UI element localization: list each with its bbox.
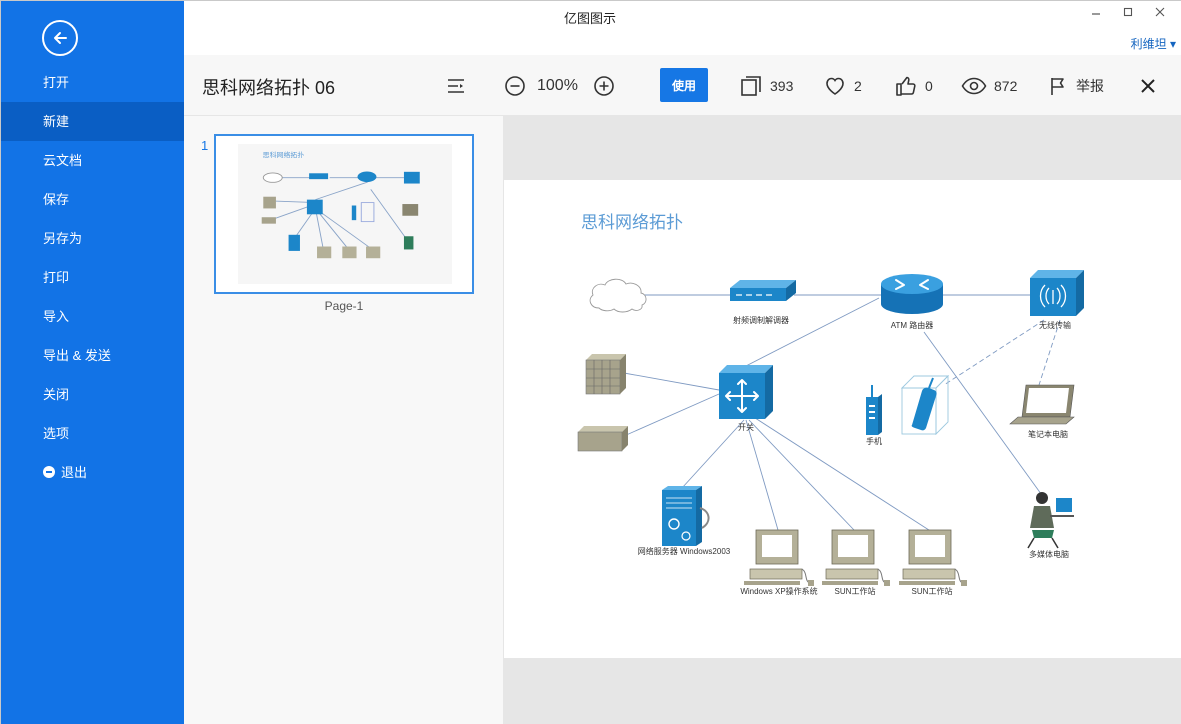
maximize-icon bbox=[1123, 7, 1133, 17]
page-list-panel: 1 思科网络拓扑 Page-1 bbox=[184, 116, 503, 724]
label-wireless: 无线传输 bbox=[1039, 321, 1071, 330]
copy-icon bbox=[741, 75, 761, 96]
page-label: Page-1 bbox=[324, 299, 364, 313]
zoom-out-button[interactable] bbox=[504, 55, 526, 116]
page-number: 1 bbox=[201, 138, 209, 153]
report-label: 举报 bbox=[1076, 77, 1104, 94]
app-window: 打开 新建 云文档 保存 另存为 打印 导入 导出 & 发送 关闭 选项 退出 … bbox=[0, 0, 1181, 724]
user-menu[interactable]: 利维坦 ▾ bbox=[1131, 35, 1176, 52]
sidebar-item-new[interactable]: 新建 bbox=[1, 102, 184, 141]
copy-count-button[interactable]: 393 bbox=[740, 55, 793, 116]
use-template-button[interactable]: 使用 bbox=[660, 68, 708, 102]
like-button[interactable]: 0 bbox=[895, 55, 933, 116]
sidebar-item-save-as[interactable]: 另存为 bbox=[1, 219, 184, 258]
workstation-icon bbox=[822, 529, 890, 586]
rack-server-icon bbox=[585, 354, 626, 395]
views-indicator: 872 bbox=[961, 55, 1017, 116]
list-icon bbox=[448, 78, 464, 93]
sidebar-item-print[interactable]: 打印 bbox=[1, 258, 184, 297]
link-switch-xp bbox=[745, 419, 779, 531]
flag-icon bbox=[1051, 77, 1064, 95]
page-thumbnail[interactable]: 思科网络拓扑 bbox=[214, 134, 474, 294]
minimize-icon bbox=[1092, 13, 1100, 15]
toolbar: 思科网络拓扑 06 100% 使用 393 2 0 872 举报 bbox=[184, 55, 1181, 116]
arrow-left-icon bbox=[54, 32, 67, 44]
close-icon bbox=[1141, 78, 1155, 93]
link-switch-sun2 bbox=[751, 415, 933, 533]
link-switch-server bbox=[681, 419, 745, 489]
label-switch: 开关 bbox=[738, 423, 754, 432]
label-ws-sun-1: SUN工作站 bbox=[834, 587, 876, 596]
sidebar: 打开 新建 云文档 保存 另存为 打印 导入 导出 & 发送 关闭 选项 退出 bbox=[1, 1, 184, 724]
label-modem: 射频调制解调器 bbox=[733, 316, 789, 325]
minimize-button[interactable] bbox=[1086, 6, 1106, 21]
favorite-count: 2 bbox=[854, 77, 862, 94]
diagram-title: 思科网络拓扑 bbox=[581, 213, 683, 233]
storage-icon bbox=[577, 426, 628, 452]
workstation-icon bbox=[744, 529, 814, 586]
phone-tower-icon bbox=[866, 385, 882, 435]
sidebar-item-open[interactable]: 打开 bbox=[1, 63, 184, 102]
switch-icon bbox=[719, 365, 773, 419]
maximize-button[interactable] bbox=[1118, 6, 1138, 21]
mobile-phone-icon bbox=[900, 374, 950, 436]
sidebar-menu: 打开 新建 云文档 保存 另存为 打印 导入 导出 & 发送 关闭 选项 退出 bbox=[1, 63, 184, 492]
label-laptop: 笔记本电脑 bbox=[1028, 430, 1068, 439]
document-title: 思科网络拓扑 06 bbox=[202, 78, 336, 98]
thumbs-up-icon bbox=[896, 76, 916, 96]
close-icon bbox=[1155, 7, 1165, 17]
zoom-in-button[interactable] bbox=[593, 55, 615, 116]
label-multimedia: 多媒体电脑 bbox=[1029, 550, 1069, 559]
view-count: 872 bbox=[994, 77, 1018, 94]
zoom-in-icon bbox=[594, 75, 614, 96]
cloud-icon bbox=[589, 278, 647, 313]
sidebar-item-import[interactable]: 导入 bbox=[1, 297, 184, 336]
like-count: 0 bbox=[925, 77, 933, 94]
close-preview-button[interactable] bbox=[1140, 55, 1156, 116]
web-server-icon bbox=[662, 486, 710, 546]
sidebar-item-cloud[interactable]: 云文档 bbox=[1, 141, 184, 180]
sidebar-item-export[interactable]: 导出 & 发送 bbox=[1, 336, 184, 375]
app-title: 亿图图示 bbox=[563, 11, 616, 26]
link-router-switch bbox=[741, 297, 880, 369]
modem-icon bbox=[730, 280, 796, 301]
link-switch-sun1 bbox=[748, 419, 855, 531]
sidebar-item-close[interactable]: 关闭 bbox=[1, 375, 184, 414]
router-icon bbox=[881, 274, 943, 314]
label-ws-sun-2: SUN工作站 bbox=[911, 587, 953, 596]
close-window-button[interactable] bbox=[1150, 6, 1170, 21]
multimedia-user-icon bbox=[1027, 492, 1074, 549]
thumbnail-preview: 思科网络拓扑 bbox=[238, 144, 452, 284]
laptop-icon bbox=[1009, 384, 1075, 425]
eye-icon bbox=[961, 77, 987, 94]
sidebar-item-options[interactable]: 选项 bbox=[1, 414, 184, 453]
sidebar-item-exit[interactable]: 退出 bbox=[1, 453, 184, 492]
label-router: ATM 路由器 bbox=[890, 321, 934, 330]
sidebar-item-save[interactable]: 保存 bbox=[1, 180, 184, 219]
link-switch-rack bbox=[623, 372, 720, 391]
zoom-out-icon bbox=[505, 75, 525, 96]
link-switch-storage bbox=[623, 393, 720, 437]
workstation-icon bbox=[899, 529, 967, 586]
favorite-button[interactable]: 2 bbox=[824, 55, 862, 116]
diagram-page[interactable]: 思科网络拓扑 射频调制解调器 ATM 路由器 无线传输 开关 手机 笔记本电脑 … bbox=[504, 180, 1181, 658]
back-button[interactable] bbox=[42, 20, 78, 56]
label-server: 网络服务器 Windows2003 bbox=[637, 547, 731, 556]
copy-count: 393 bbox=[770, 77, 794, 94]
thumbnail-diagram-title: 思科网络拓扑 bbox=[263, 150, 305, 159]
wireless-link-phone bbox=[943, 319, 1045, 386]
title-bar: 亿图图示 利维坦 ▾ bbox=[184, 1, 1181, 55]
report-button[interactable]: 举报 bbox=[1049, 55, 1104, 116]
label-phone: 手机 bbox=[866, 437, 882, 446]
outline-button[interactable] bbox=[446, 55, 466, 116]
canvas-area[interactable]: 思科网络拓扑 射频调制解调器 ATM 路由器 无线传输 开关 手机 笔记本电脑 … bbox=[503, 116, 1181, 724]
exit-icon bbox=[43, 466, 55, 478]
label-ws-xp: Windows XP操作系统 bbox=[740, 587, 818, 596]
zoom-level: 100% bbox=[537, 76, 578, 94]
heart-icon bbox=[826, 77, 844, 95]
wireless-icon bbox=[1030, 270, 1084, 316]
